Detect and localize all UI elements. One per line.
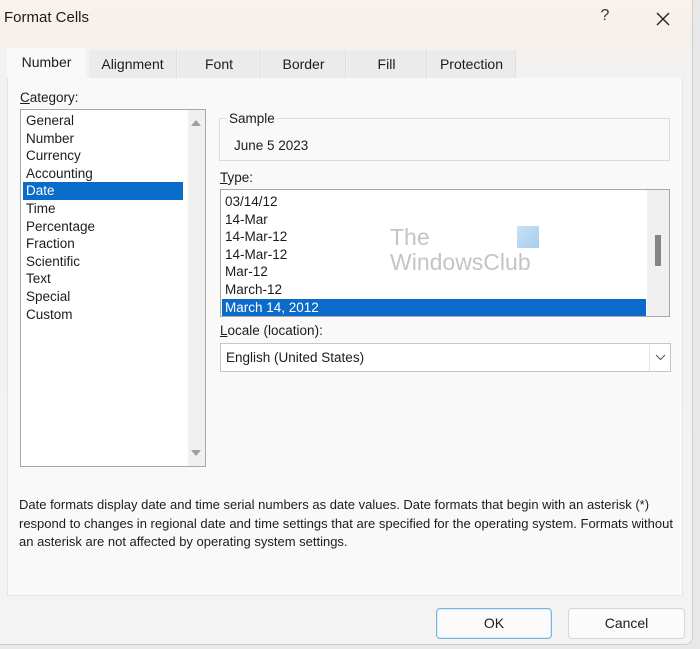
category-item-percentage[interactable]: Percentage <box>23 218 183 236</box>
format-cells-dialog: Format Cells ? Number Alignment Font Bor… <box>0 0 693 645</box>
category-scrollbar[interactable] <box>188 110 205 466</box>
tab-font[interactable]: Font <box>178 50 261 78</box>
type-item[interactable]: 14-Mar-12 <box>222 228 646 246</box>
type-scrollbar[interactable] <box>647 190 669 316</box>
category-item-fraction[interactable]: Fraction <box>23 235 183 253</box>
category-item-date[interactable]: Date <box>23 182 183 200</box>
help-button[interactable]: ? <box>595 7 615 29</box>
tab-number[interactable]: Number <box>7 48 86 80</box>
category-label: Category: <box>20 90 79 105</box>
title-bar: Format Cells ? <box>0 0 692 38</box>
close-button[interactable] <box>649 5 677 31</box>
dialog-title: Format Cells <box>4 9 90 26</box>
locale-dropdown[interactable]: English (United States) <box>220 343 671 372</box>
tab-alignment[interactable]: Alignment <box>89 50 177 78</box>
type-item[interactable]: 03/14/12 <box>222 193 646 211</box>
cancel-button[interactable]: Cancel <box>568 608 685 639</box>
type-item[interactable]: 14-Mar-12 <box>222 246 646 264</box>
category-item-currency[interactable]: Currency <box>23 147 183 165</box>
type-label: Type: <box>220 170 254 185</box>
type-scrollbar-thumb[interactable] <box>655 235 661 266</box>
locale-dropdown-button[interactable] <box>649 344 670 371</box>
locale-value: English (United States) <box>226 350 365 365</box>
category-item-custom[interactable]: Custom <box>23 306 183 324</box>
sample-value: June 5 2023 <box>234 138 309 153</box>
ok-button[interactable]: OK <box>436 608 552 639</box>
type-item[interactable]: 14-Mar <box>222 211 646 229</box>
type-item-selected[interactable]: March 14, 2012 <box>222 298 646 316</box>
scroll-down-arrow-icon[interactable] <box>191 450 201 456</box>
category-item-scientific[interactable]: Scientific <box>23 253 183 271</box>
type-item[interactable]: Mar-12 <box>222 263 646 281</box>
tab-border[interactable]: Border <box>262 50 346 78</box>
description-text: Date formats display date and time seria… <box>19 497 673 549</box>
category-item-special[interactable]: Special <box>23 288 183 306</box>
category-listbox[interactable]: General Number Currency Accounting Date … <box>20 109 206 467</box>
category-item-accounting[interactable]: Accounting <box>23 165 183 183</box>
category-item-general[interactable]: General <box>23 112 183 130</box>
sample-label: Sample <box>226 111 278 126</box>
chevron-down-icon <box>655 354 666 361</box>
locale-label: Locale (location): <box>220 323 323 338</box>
watermark-logo-icon <box>517 226 539 248</box>
type-item[interactable]: March-12 <box>222 281 646 299</box>
close-icon <box>656 12 670 26</box>
category-item-text[interactable]: Text <box>23 270 183 288</box>
tab-fill[interactable]: Fill <box>347 50 427 78</box>
scroll-up-arrow-icon[interactable] <box>191 120 201 126</box>
tab-protection[interactable]: Protection <box>428 50 516 78</box>
number-tab-panel: Category: General Number Currency Accoun… <box>7 78 683 596</box>
category-item-time[interactable]: Time <box>23 200 183 218</box>
category-item-number[interactable]: Number <box>23 130 183 148</box>
type-listbox[interactable]: 03/14/12 14-Mar 14-Mar-12 14-Mar-12 Mar-… <box>220 189 670 317</box>
